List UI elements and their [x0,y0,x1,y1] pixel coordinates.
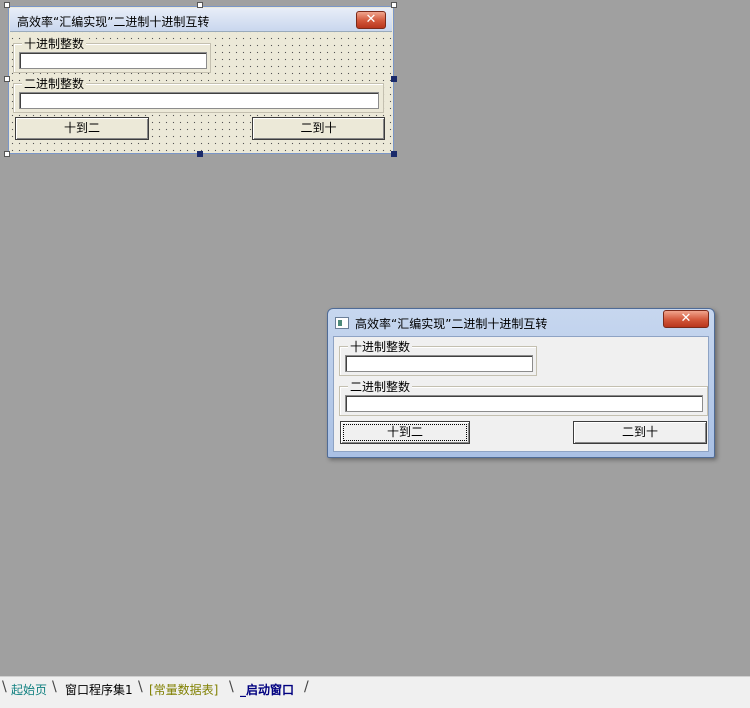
close-icon: ✕ [365,12,377,27]
tab-constant-table[interactable]: [常量数据表] [149,680,218,700]
runtime-decimal-group: 十进制整数 [339,338,537,376]
design-binary-group: 二进制整数 [13,75,384,113]
design-dec-to-bin-button[interactable]: 十到二 [15,117,149,140]
runtime-binary-input[interactable] [345,395,703,412]
tab-separator: \ [138,679,143,695]
design-title-bar[interactable]: 高效率“汇编实现”二进制十进制互转 ✕ [10,8,392,32]
tab-separator: \ [2,679,7,695]
resize-handle-top-left[interactable] [4,2,10,8]
resize-handle-bottom[interactable] [197,151,203,157]
design-decimal-input[interactable] [19,52,207,69]
tab-start-page[interactable]: 起始页 [11,680,47,700]
runtime-binary-group: 二进制整数 [339,378,708,416]
runtime-window-title: 高效率“汇编实现”二进制十进制互转 [355,317,548,331]
runtime-decimal-group-label: 十进制整数 [348,338,413,355]
app-icon [335,317,349,329]
runtime-close-button[interactable]: ✕ [663,310,709,328]
runtime-dec-to-bin-button[interactable]: 十到二 [340,421,470,444]
runtime-decimal-input[interactable] [345,355,533,372]
runtime-bin-to-dec-button[interactable]: 二到十 [573,421,707,444]
runtime-window[interactable]: 高效率“汇编实现”二进制十进制互转 ✕ 十进制整数 二进制整数 十到二 二到十 [327,308,715,458]
design-decimal-group-label: 十进制整数 [22,35,87,52]
tab-window-assembly[interactable]: 窗口程序集1 [65,680,133,700]
design-decimal-group: 十进制整数 [13,35,211,73]
bottom-tab-bar: \ 起始页 \ 窗口程序集1 \ [常量数据表] \ _启动窗口 / [0,676,750,708]
resize-handle-left[interactable] [4,76,10,82]
resize-handle-bottom-left[interactable] [4,151,10,157]
design-bin-to-dec-button[interactable]: 二到十 [252,117,385,140]
tab-separator: \ [52,679,57,695]
design-close-button[interactable]: ✕ [356,11,386,29]
design-window-title: 高效率“汇编实现”二进制十进制互转 [17,15,210,29]
runtime-client-area: 十进制整数 二进制整数 十到二 二到十 [333,336,709,452]
resize-handle-top[interactable] [197,2,203,8]
resize-handle-top-right[interactable] [391,2,397,8]
design-binary-input[interactable] [19,92,379,109]
tab-separator: \ [229,679,234,695]
tab-separator: / [304,679,309,695]
design-binary-group-label: 二进制整数 [22,75,87,92]
runtime-binary-group-label: 二进制整数 [348,378,413,395]
close-icon: ✕ [680,311,692,326]
resize-handle-right[interactable] [391,76,397,82]
tab-startup-window[interactable]: _启动窗口 [240,680,294,700]
design-form[interactable]: 高效率“汇编实现”二进制十进制互转 ✕ 十进制整数 二进制整数 十到二 二到十 [8,6,394,154]
resize-handle-bottom-right[interactable] [391,151,397,157]
